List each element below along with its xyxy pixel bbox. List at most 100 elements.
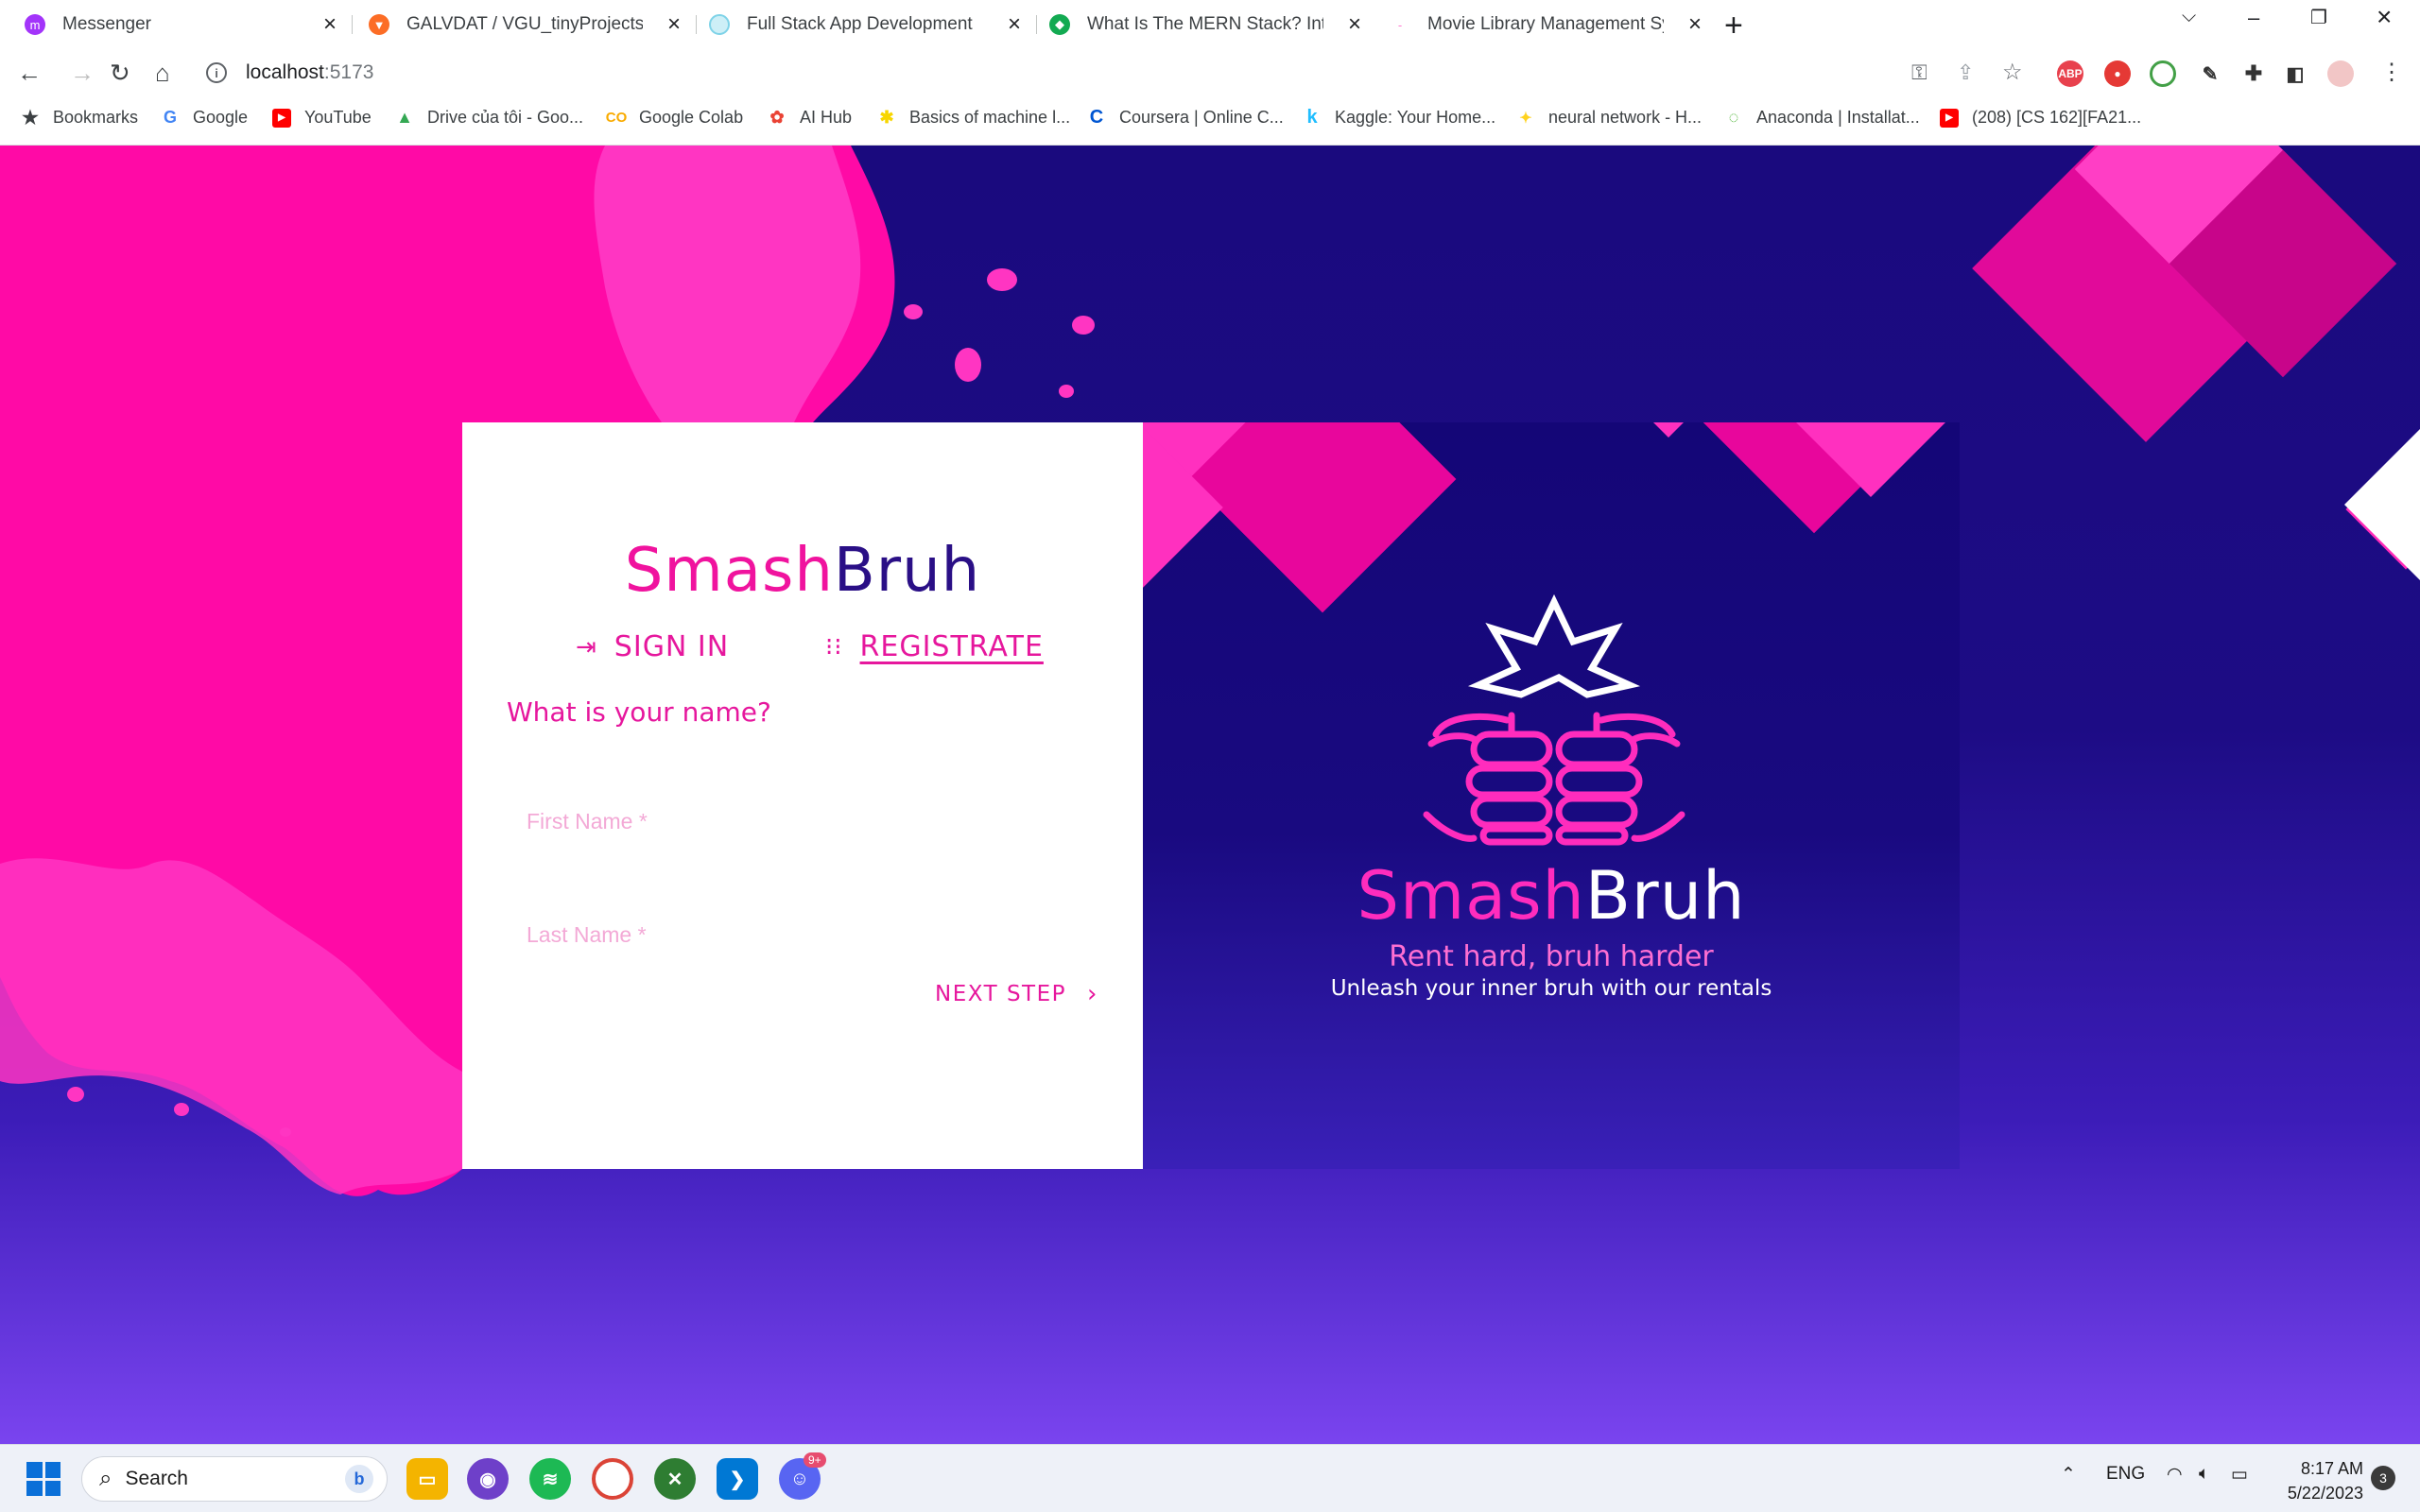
xbox-icon[interactable]: ✕ [654, 1458, 696, 1500]
taskbar-search-box[interactable]: ⌕ Search b [81, 1456, 388, 1502]
page-icon: - [1390, 14, 1410, 35]
forward-icon[interactable]: → [70, 59, 95, 88]
new-tab-button[interactable]: + [1724, 8, 1743, 44]
bookmarks-bar: ★ Bookmarks G Google ▶ YouTube ▲ Drive của t… [0, 96, 2420, 146]
bookmark-item[interactable]: ▶ (208) [CS 162][FA21... [1940, 108, 2141, 128]
wifi-icon[interactable]: ◠ [2167, 1464, 2183, 1486]
last-name-field[interactable] [527, 906, 1084, 963]
volume-icon[interactable]: 🔈︎ [2199, 1464, 2209, 1485]
brand-tagline: Rent hard, bruh harder [1389, 940, 1714, 973]
chevron-right-icon: › [1087, 980, 1098, 1008]
bookmark-item[interactable]: ✦ neural network - H... [1516, 108, 1702, 128]
tab-register[interactable]: ⁝⁝ REGISTRATE [825, 630, 1044, 663]
side-panel-icon[interactable]: ◧ [2282, 60, 2308, 87]
site-info-icon[interactable]: i [206, 62, 227, 83]
browser-tab-bar: m Messenger × ▼ GALVDAT / VGU_tinyProjec… [0, 0, 2420, 49]
register-grid-icon: ⁝⁝ [825, 632, 843, 662]
window-close-icon[interactable]: × [2377, 2, 2392, 32]
page-viewport: SmashBruh ⇥ SIGN IN ⁝⁝ REGISTRATE What i… [0, 146, 2420, 1444]
windows-taskbar: ⌕ Search b ▭ ◉ ≋ ✕ ❯ ☺ 9+ ⌃ ENG ◠ 🔈︎ ▭ 8… [0, 1444, 2420, 1512]
close-tab-icon[interactable]: × [667, 11, 681, 38]
brand-subtagline: Unleash your inner bruh with our rentals [1330, 976, 1772, 1001]
auth-tabs: ⇥ SIGN IN ⁝⁝ REGISTRATE [462, 630, 1143, 674]
bookmark-item[interactable]: k Kaggle: Your Home... [1303, 107, 1495, 128]
discord-badge: 9+ [804, 1452, 826, 1468]
tray-expand-icon[interactable]: ⌃ [2061, 1464, 2076, 1486]
url-field[interactable]: i localhost:5173 [206, 57, 373, 89]
brand-logo-text: SmashBruh [624, 536, 981, 606]
browser-tab-gitlab[interactable]: ▼ GALVDAT / VGU_tinyProjects / P × [357, 6, 690, 43]
close-tab-icon[interactable]: × [1688, 11, 1702, 38]
extension-green-icon[interactable] [2150, 60, 2176, 87]
star-icon: ★ [22, 108, 39, 129]
youtube-icon: ▶ [1940, 108, 1959, 128]
hf-icon: ✦ [1519, 110, 1532, 127]
battery-icon[interactable]: ▭ [2231, 1464, 2248, 1486]
bookmark-item[interactable]: ✿ AI Hub [768, 108, 852, 128]
browser-tab-fullstack[interactable]: Full Stack App Development × [698, 6, 1030, 43]
next-step-button[interactable]: NEXT STEP › [935, 980, 1098, 1008]
bookmark-item[interactable]: ◌ Anaconda | Installat... [1724, 108, 1920, 128]
adblock-icon[interactable]: ABP [2057, 60, 2083, 87]
close-tab-icon[interactable]: × [1008, 11, 1021, 38]
bookmark-item[interactable]: CO Google Colab [605, 108, 743, 128]
bing-icon[interactable]: b [345, 1465, 373, 1493]
minimize-icon[interactable]: – [2248, 6, 2259, 30]
tab-search-icon[interactable]: ⌵ [2182, 6, 2196, 27]
fist-bump-logo-icon [1423, 593, 1685, 846]
login-icon: ⇥ [576, 632, 597, 662]
auth-form-card: SmashBruh ⇥ SIGN IN ⁝⁝ REGISTRATE What i… [462, 422, 1143, 1169]
reload-icon[interactable]: ↻ [110, 59, 130, 88]
aihub-icon: ✿ [769, 108, 785, 127]
home-icon[interactable]: ⌂ [155, 59, 170, 88]
menu-kebab-icon[interactable]: ⋮ [2380, 59, 2403, 86]
tab-sign-in[interactable]: ⇥ SIGN IN [576, 630, 729, 663]
brand-panel-title: SmashBruh [1357, 857, 1746, 935]
extensions-puzzle-icon[interactable]: ✚ [2240, 60, 2267, 87]
back-icon[interactable]: ← [17, 59, 42, 88]
github-desktop-icon[interactable]: ◉ [467, 1458, 509, 1500]
ublock-icon[interactable]: ● [2104, 60, 2131, 87]
first-name-field[interactable] [527, 793, 1084, 850]
browser-tab-mern[interactable]: ◆ What Is The MERN Stack? Introd × [1038, 6, 1371, 43]
colab-icon: CO [605, 110, 628, 126]
kaggle-icon: k [1306, 107, 1318, 128]
notification-count-badge[interactable]: 3 [2371, 1466, 2395, 1490]
anaconda-icon: ◌ [1728, 108, 1739, 127]
key-icon[interactable]: ⚿ [1911, 60, 1927, 85]
share-icon[interactable]: ⇪ [1957, 60, 1974, 85]
language-indicator[interactable]: ENG [2106, 1464, 2145, 1485]
youtube-icon: ▶ [272, 108, 291, 128]
gitlab-icon: ▼ [369, 14, 389, 35]
messenger-icon: m [25, 14, 45, 35]
drive-icon: ▲ [396, 108, 413, 127]
address-bar-row: ← → ↻ ⌂ i localhost:5173 ⚿ ⇪ ☆ ABP ● ✎ ✚… [0, 49, 2420, 96]
file-explorer-icon[interactable]: ▭ [406, 1458, 448, 1500]
profile-avatar[interactable] [2327, 60, 2354, 87]
browser-tab-messenger[interactable]: m Messenger × [13, 6, 346, 43]
brand-panel: SmashBruh Rent hard, bruh harder Unleash… [1143, 422, 1960, 1169]
spotify-icon[interactable]: ≋ [529, 1458, 571, 1500]
google-icon: G [163, 108, 177, 127]
bookmark-item[interactable]: ▶ YouTube [272, 108, 372, 128]
bookmark-item[interactable]: ▲ Drive của tôi - Goo... [395, 108, 583, 128]
close-tab-icon[interactable]: × [323, 11, 337, 38]
mongodb-icon: ◆ [1049, 14, 1070, 35]
form-question: What is your name? [507, 696, 771, 728]
close-tab-icon[interactable]: × [1348, 11, 1361, 38]
browser-tab-movie-library[interactable]: - Movie Library Management Sys × [1378, 6, 1711, 43]
eyedropper-icon[interactable]: ✎ [2197, 60, 2223, 87]
bookmark-item[interactable]: G Google [161, 108, 248, 128]
restore-icon[interactable]: ❐ [2310, 6, 2327, 29]
bookmark-item[interactable]: ★ Bookmarks [21, 108, 138, 129]
bookmark-item[interactable]: C Coursera | Online C... [1087, 107, 1284, 128]
ml-icon: ✱ [879, 108, 894, 127]
bookmark-star-icon[interactable]: ☆ [2002, 59, 2023, 86]
vscode-icon[interactable]: ❯ [717, 1458, 758, 1500]
search-icon: ⌕ [99, 1466, 112, 1491]
taskbar-clock[interactable]: 8:17 AM 5/22/2023 [2269, 1456, 2363, 1505]
globe-icon [709, 14, 730, 35]
chrome-icon[interactable] [592, 1458, 633, 1500]
windows-start-icon[interactable] [26, 1462, 60, 1496]
bookmark-item[interactable]: ✱ Basics of machine l... [877, 108, 1070, 128]
